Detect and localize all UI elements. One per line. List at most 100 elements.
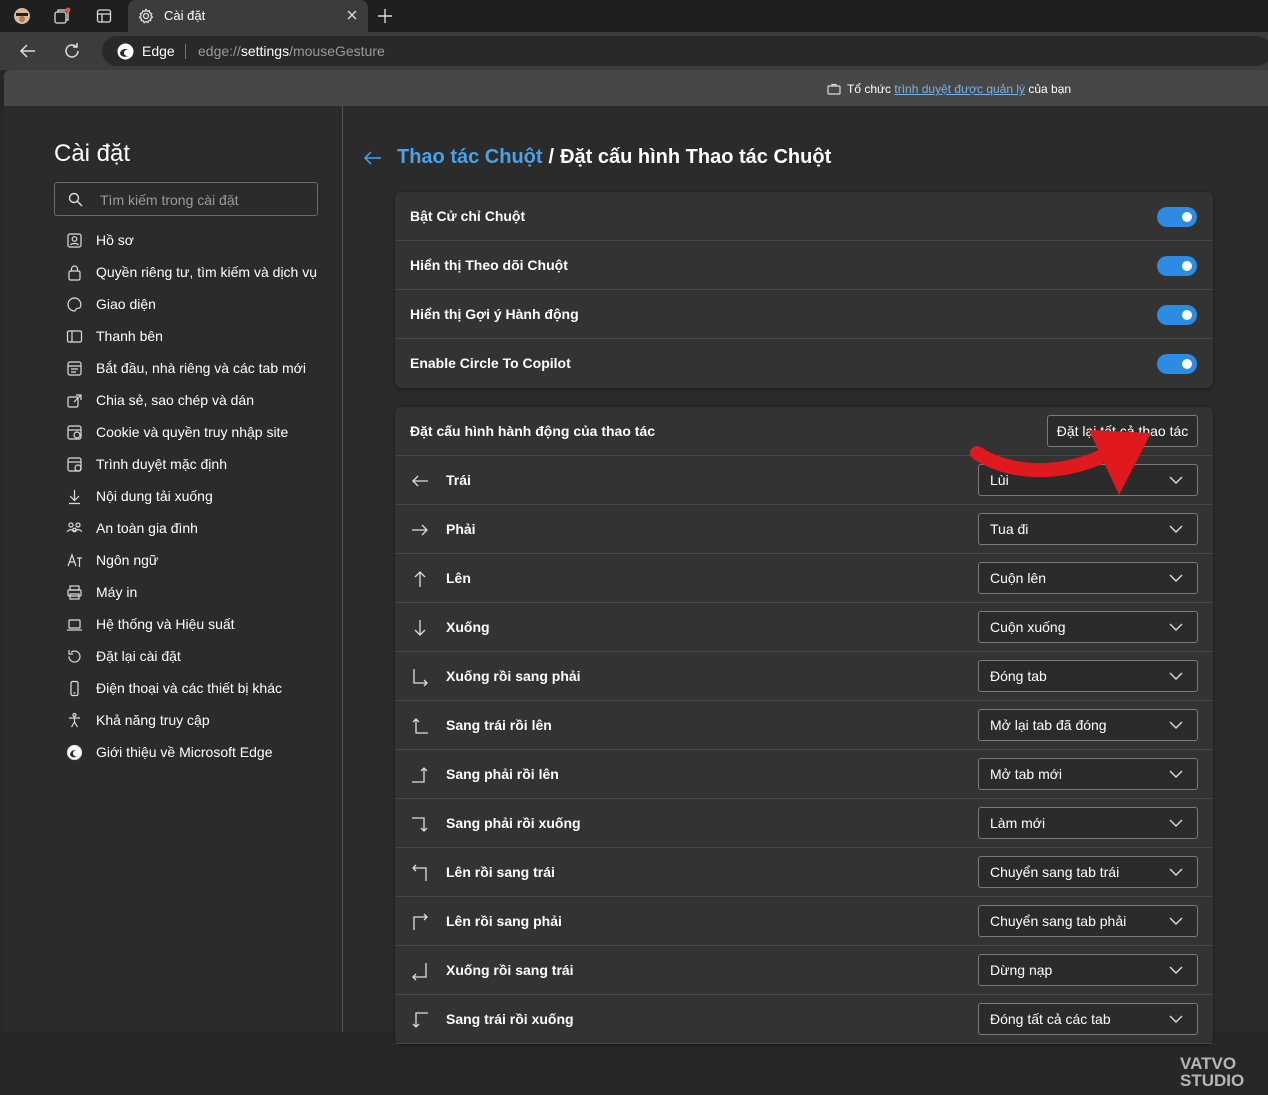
chevron-down-icon <box>1169 720 1183 730</box>
gesture-action-select[interactable]: Làm mới <box>978 807 1198 839</box>
toggle-switch[interactable] <box>1157 354 1197 374</box>
back-arrow-icon[interactable] <box>363 150 383 166</box>
toggle-row: Bật Cử chỉ Chuột <box>395 192 1213 241</box>
sidebar-item-printer[interactable]: Máy in <box>66 582 326 602</box>
refresh-button[interactable] <box>62 41 82 61</box>
gesture-action-value: Đóng tất cả các tab <box>990 1011 1111 1027</box>
gesture-action-select[interactable]: Chuyển sang tab phải <box>978 905 1198 937</box>
sidebar-item-label: Cookie và quyền truy nhập site <box>96 424 289 440</box>
sidebar-item-profile[interactable]: Hồ sơ <box>66 230 326 250</box>
gesture-label: Sang phải rồi lên <box>446 766 559 782</box>
gesture-action-select[interactable]: Cuộn xuống <box>978 611 1198 643</box>
sidebar-item-palette[interactable]: Giao diện <box>66 294 326 314</box>
sidebar-item-reset[interactable]: Đặt lại cài đặt <box>66 646 326 666</box>
gesture-row: Lên rồi sang phải Chuyển sang tab phải <box>395 897 1213 946</box>
gesture-row: Lên Cuộn lên <box>395 554 1213 603</box>
watermark-logo: VATVO STUDIO <box>1180 1054 1245 1090</box>
gesture-row: Xuống Cuộn xuống <box>395 603 1213 652</box>
toggle-knob <box>1182 261 1192 271</box>
chevron-down-icon <box>1169 1014 1183 1024</box>
sidebar-item-phone[interactable]: Điện thoại và các thiết bị khác <box>66 678 326 698</box>
reset-icon <box>66 648 83 665</box>
managed-browser-link[interactable]: trình duyệt được quản lý <box>894 82 1025 96</box>
chevron-down-icon <box>1169 965 1183 975</box>
close-icon[interactable] <box>345 8 359 22</box>
breadcrumb-separator: / <box>548 146 555 168</box>
toggle-switch[interactable] <box>1157 256 1197 276</box>
site-name: Edge <box>142 43 175 59</box>
toggle-switch[interactable] <box>1157 207 1197 227</box>
toggle-label: Enable Circle To Copilot <box>410 355 571 371</box>
chevron-down-icon <box>1169 622 1183 632</box>
arrow-down-icon <box>410 618 430 638</box>
new-tab-button[interactable] <box>374 5 396 27</box>
tab-actions-icon[interactable] <box>93 5 115 27</box>
page-title: Cài đặt <box>54 140 131 167</box>
workspaces-icon[interactable] <box>51 5 73 27</box>
breadcrumb-parent[interactable]: Thao tác Chuột <box>397 146 543 169</box>
gesture-action-select[interactable]: Tua đi <box>978 513 1198 545</box>
gesture-action-value: Chuyển sang tab trái <box>990 864 1120 880</box>
sidebar-item-label: Nội dung tải xuống <box>96 488 213 504</box>
right-up-icon <box>410 765 430 785</box>
gesture-action-select[interactable]: Đóng tab <box>978 660 1198 692</box>
briefcase-icon <box>827 83 841 95</box>
toggle-knob <box>1182 310 1192 320</box>
toggle-card: Bật Cử chỉ Chuột Hiển thị Theo dõi Chuột H… <box>395 192 1213 388</box>
tab-settings[interactable]: Cài đặt <box>128 0 368 32</box>
sidebar-item-sidebar[interactable]: Thanh bên <box>66 326 326 346</box>
gesture-row: Lên rồi sang trái Chuyển sang tab trái <box>395 848 1213 897</box>
sidebar-item-language[interactable]: Ngôn ngữ <box>66 550 326 570</box>
sidebar-item-label: Giới thiệu về Microsoft Edge <box>96 744 273 760</box>
settings-sidebar: Cài đặt Tìm kiếm trong cài đặt Hồ sơ Quyề… <box>4 106 343 1032</box>
page-content: Tổ chức trình duyệt được quản lý của bạn… <box>4 70 1268 1089</box>
gesture-action-value: Dừng nạp <box>990 962 1053 978</box>
search-input[interactable]: Tìm kiếm trong cài đặt <box>54 182 318 216</box>
sidebar-item-accessibility[interactable]: Khả năng truy cập <box>66 710 326 730</box>
sidebar-item-family[interactable]: An toàn gia đình <box>66 518 326 538</box>
profile-icon <box>66 232 83 249</box>
gesture-action-select[interactable]: Chuyển sang tab trái <box>978 856 1198 888</box>
tab-strip: Cài đặt <box>0 0 1268 32</box>
back-button[interactable] <box>18 41 38 61</box>
gesture-label: Sang trái rồi lên <box>446 717 552 733</box>
gesture-row: Xuống rồi sang phải Đóng tab <box>395 652 1213 701</box>
gesture-action-select[interactable]: Mở tab mới <box>978 758 1198 790</box>
sidebar-item-edge[interactable]: Giới thiệu về Microsoft Edge <box>66 742 326 762</box>
sidebar-item-label: Hệ thống và Hiệu suất <box>96 616 235 632</box>
sidebar-item-lock[interactable]: Quyền riêng tư, tìm kiếm và dịch vụ <box>66 262 326 282</box>
toggle-label: Hiển thị Theo dõi Chuột <box>410 257 568 273</box>
sidebar-item-cookie[interactable]: Cookie và quyền truy nhập site <box>66 422 326 442</box>
chevron-down-icon <box>1169 573 1183 583</box>
toggle-knob <box>1182 212 1192 222</box>
gesture-action-select[interactable]: Mở lại tab đã đóng <box>978 709 1198 741</box>
avatar[interactable] <box>11 5 33 27</box>
sidebar-item-label: Ngôn ngữ <box>96 552 159 568</box>
printer-icon <box>66 584 83 601</box>
gesture-action-value: Cuộn lên <box>990 570 1047 586</box>
gesture-action-select[interactable]: Đóng tất cả các tab <box>978 1003 1198 1035</box>
toggle-label: Hiển thị Gợi ý Hành động <box>410 306 579 322</box>
sidebar-item-start-page[interactable]: Bắt đầu, nhà riêng và các tab mới <box>66 358 326 378</box>
settings-main: Thao tác Chuột / Đặt cấu hình Thao tác C… <box>343 106 1268 1044</box>
sidebar-item-laptop[interactable]: Hệ thống và Hiệu suất <box>66 614 326 634</box>
gesture-action-select[interactable]: Dừng nạp <box>978 954 1198 986</box>
gesture-action-select[interactable]: Cuộn lên <box>978 562 1198 594</box>
address-bar[interactable]: Edge edge://settings/mouseGesture <box>102 36 1268 66</box>
url-text[interactable]: edge://settings/mouseGesture <box>198 43 385 59</box>
language-icon <box>66 552 83 569</box>
sidebar-item-share[interactable]: Chia sẻ, sao chép và dán <box>66 390 326 410</box>
toggle-switch[interactable] <box>1157 305 1197 325</box>
default-browser-icon <box>66 456 83 473</box>
phone-icon <box>66 680 83 697</box>
gesture-row: Sang phải rồi lên Mở tab mới <box>395 750 1213 799</box>
gesture-label: Lên rồi sang phải <box>446 913 562 929</box>
sidebar-item-default-browser[interactable]: Trình duyệt mặc định <box>66 454 326 474</box>
sidebar-item-download[interactable]: Nội dung tải xuống <box>66 486 326 506</box>
toggle-label: Bật Cử chỉ Chuột <box>410 208 526 224</box>
lock-icon <box>66 264 83 281</box>
arrow-right-icon <box>410 520 430 540</box>
tab-title: Cài đặt <box>164 8 206 23</box>
annotation-arrow <box>970 430 1151 495</box>
edge-icon <box>66 744 83 761</box>
